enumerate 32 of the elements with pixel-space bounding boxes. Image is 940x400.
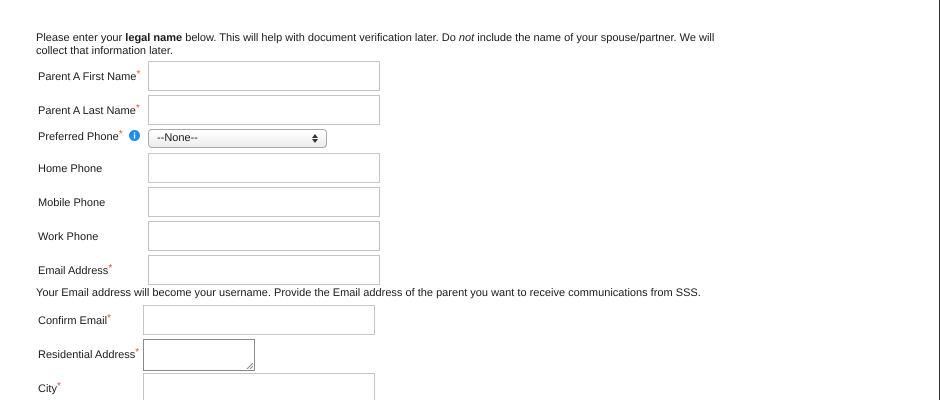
required-mark: * (135, 348, 140, 358)
text-field[interactable] (148, 61, 380, 91)
field-label: Parent A Last Name (38, 104, 136, 119)
field-label: Email Address (38, 264, 108, 279)
field-label: Residential Address (38, 348, 136, 363)
required-mark: * (107, 314, 111, 324)
field-label: Parent A First Name (38, 70, 136, 85)
text-field[interactable] (143, 373, 375, 400)
sort-arrows-icon (312, 134, 318, 143)
text-field[interactable] (148, 255, 380, 285)
required-mark: * (118, 130, 123, 140)
required-mark: * (108, 264, 112, 274)
field-label: Work Phone (38, 230, 98, 245)
text-field[interactable] (143, 305, 375, 335)
text-field[interactable] (148, 95, 380, 125)
phone-select[interactable]: --None-- (148, 129, 327, 148)
field-label: Confirm Email (38, 315, 108, 329)
required-mark: * (56, 382, 61, 392)
required-mark: * (136, 70, 140, 80)
resize-grip-icon (246, 362, 253, 369)
text-field[interactable] (148, 187, 380, 217)
field-label: Preferred Phone (38, 130, 119, 145)
field-label: Home Phone (38, 162, 102, 177)
required-mark: * (136, 104, 140, 114)
info-icon[interactable] (128, 130, 140, 141)
text-field[interactable] (148, 153, 380, 183)
field-label: Mobile Phone (38, 196, 106, 211)
intro-text: Please enter your legal name below. This will help with document verification later. Do not include the name of your spouse/partner. We will collect that information later. (36, 32, 716, 58)
note-text: Your Email address will become your username. Provide the Email address of the parent you want to receive communications from SSS. (36, 286, 702, 300)
address-textarea[interactable] (143, 339, 255, 371)
field-label: City (38, 382, 57, 397)
text-field[interactable] (148, 221, 380, 251)
